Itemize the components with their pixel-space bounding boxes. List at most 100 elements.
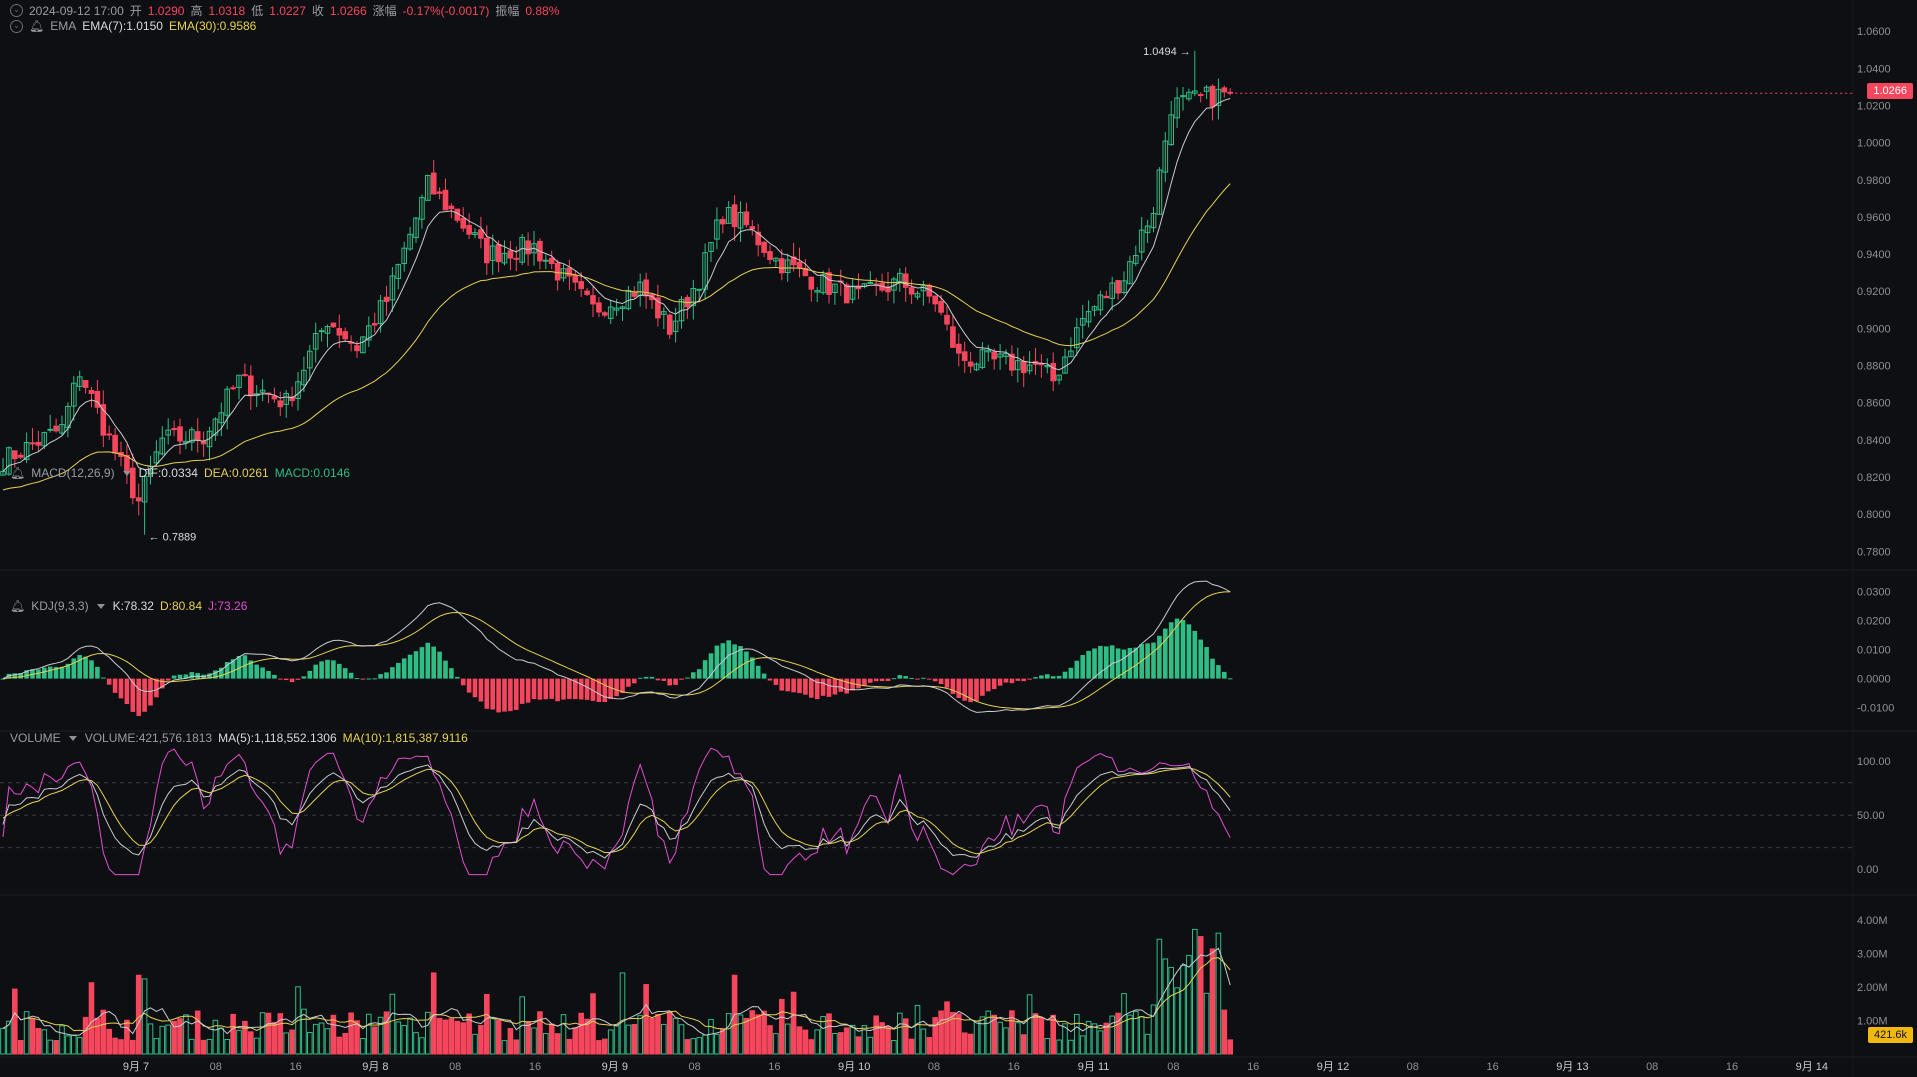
time-axis-label: 08 [210,1061,222,1073]
chevron-icon[interactable]: ⌄ [10,19,23,33]
macd-bar [667,678,672,686]
macd-bar [1056,675,1062,679]
macd-bar [42,667,47,679]
price-tick-label: 0.9200 [1857,286,1891,298]
volume-bar [560,1014,567,1055]
macd-bar [1157,635,1162,679]
volume-bar [749,1010,756,1055]
ema-bell-icon[interactable]: 🔔︎ [29,19,44,33]
candle-body [171,428,177,431]
macd-bar [809,678,814,698]
candle-body [938,300,944,313]
volume-bar [82,1016,89,1055]
volume-bar [1156,938,1163,1055]
macd-bar [779,678,785,691]
candle-body [318,330,325,333]
macd-bar [390,667,395,679]
volume-bar [708,1019,714,1055]
macd-bar [396,662,401,679]
volume-bar [666,1011,673,1055]
open-value: 1.0290 [147,3,185,18]
macd-bar [301,676,307,679]
macd-bar [337,663,342,679]
chevron-icon[interactable]: ⌄ [10,4,23,17]
volume-bar [141,978,148,1055]
volume-value: VOLUME:421,576.1813 [84,731,213,745]
kdj-name[interactable]: KDJ(9,3,3) [31,599,88,613]
macd-bar [95,666,100,679]
macd-bar [785,678,790,692]
volume-bar [944,1001,950,1055]
volume-tick-label: 3.00M [1857,949,1888,961]
macd-name[interactable]: MACD(12,26,9) [31,466,114,480]
macd-bar [466,678,472,693]
macd-bar [1086,650,1091,679]
candle-body [1209,85,1216,108]
volume-bar [1203,992,1210,1055]
close-value: 1.0266 [329,3,367,18]
candle-body [17,454,24,458]
volume-bar [413,1032,419,1055]
volume-bar [1026,994,1033,1055]
macd-bar [602,678,608,703]
candle-body [967,361,974,367]
volume-bar [1197,936,1204,1055]
ema30-line [2,183,1231,491]
volume-bar [920,1028,927,1055]
volume-bar [755,1014,762,1055]
volume-bar [1180,965,1186,1055]
bell-icon[interactable]: 🔔︎ [10,599,25,613]
volume-bar [106,1028,113,1055]
macd-bar [986,678,991,692]
volume-bar [59,1025,65,1055]
volume-bar [401,1025,407,1055]
volume-bar [867,1036,874,1055]
volume-name[interactable]: VOLUME [10,731,61,745]
volume-bar [1109,1015,1116,1055]
candle-body [342,331,348,340]
candle-body [88,389,95,395]
macd-bar [956,678,962,699]
dropdown-caret-icon[interactable] [122,470,131,476]
volume-bar [53,1040,59,1055]
volume-bar [655,1014,661,1055]
candle-body [47,428,54,431]
time-axis-label: 08 [688,1061,700,1073]
macd-bar [773,678,779,685]
low-label: 低 [251,4,264,18]
volume-bar [0,1027,6,1055]
volume-bar [307,1032,313,1055]
volume-bar [873,1015,880,1055]
candle-body [383,296,390,302]
ema-name[interactable]: EMA [50,19,76,33]
dropdown-caret-icon[interactable] [68,735,77,741]
macd-bar [136,678,141,716]
candle-body [330,322,337,328]
macd-bar [148,678,153,706]
chart-canvas[interactable]: 1.0600 1.0400 1.0200 1.0000 0.9800 0.9600 0.94… [0,0,1917,1077]
macd-header: 🔔︎ MACD(12,26,9) DIF:0.0334 DEA:0.0261 M… [10,466,350,480]
volume-ma5-line [2,947,1231,1037]
macd-bar [342,668,348,679]
high-label: 高 [190,4,203,18]
macd-bar [89,660,94,679]
volume-bar [885,1026,891,1055]
macd-bar [1151,642,1156,679]
macd-bar [455,676,460,679]
macd-bar [260,667,265,679]
time-axis-label: 08 [449,1061,461,1073]
dropdown-caret-icon[interactable] [96,603,105,609]
macd-bar [714,645,720,679]
macd-bar [921,677,926,679]
macd-bar [932,678,938,682]
bell-icon[interactable]: 🔔︎ [10,466,25,480]
volume-bar [779,998,785,1055]
volume-bar [253,1037,260,1055]
volume-header: VOLUME VOLUME:421,576.1813 MA(5):1,118,5… [10,731,468,745]
volume-ma10: MA(10):1,815,387.9116 [342,731,468,745]
volume-bar [159,1025,166,1055]
volume-bar [1056,1039,1062,1055]
macd-bar [1045,674,1050,679]
macd-bar [419,647,425,679]
volume-bar [230,1013,236,1055]
